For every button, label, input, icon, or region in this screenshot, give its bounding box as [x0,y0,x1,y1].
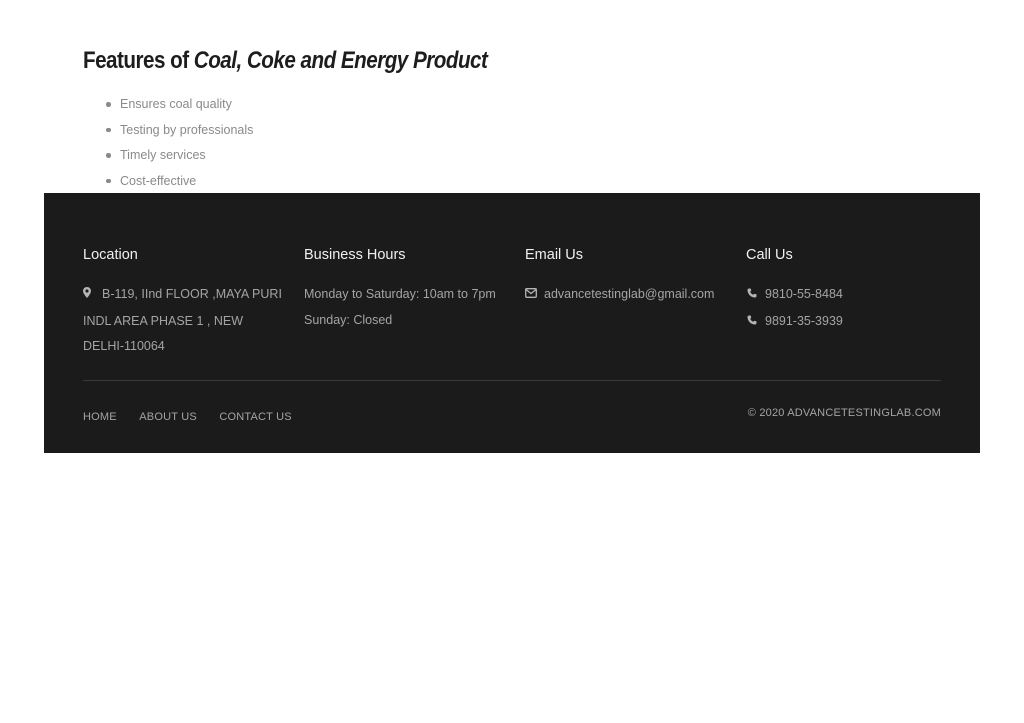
phone-link[interactable]: 9891-35-3939 [746,309,843,336]
email-link[interactable]: advancetestinglab@gmail.com [525,282,714,309]
envelope-icon [525,283,537,309]
hours-heading: Business Hours [304,247,406,263]
title-prefix: Features of [83,47,189,74]
phone-icon [746,310,758,336]
location-heading: Location [83,247,138,263]
features-section: Features of Coal, Coke and Energy Produc… [83,44,943,194]
email-heading: Email Us [525,247,584,263]
nav-about-link[interactable]: ABOUT US [139,411,197,423]
bullet-icon [106,153,111,158]
nav-home-link[interactable]: HOME [83,411,117,423]
bullet-icon [106,127,111,132]
call-heading: Call Us [746,247,793,263]
title-emphasis: Coal, Coke and Energy Product [193,47,488,74]
hours-line: Sunday: Closed [304,312,393,327]
footer-divider [83,380,941,381]
features-title: Features of Coal, Coke and Energy Produc… [83,44,823,78]
list-item: Timely services [106,143,943,169]
copyright-text: © 2020 ADVANCETESTINGLAB.COM [747,407,941,419]
footer-nav: HOME ABOUT US CONTACT US [83,407,310,425]
list-item: Testing by professionals [106,118,943,144]
phone-link[interactable]: 9810-55-8484 [746,282,843,309]
list-item: Cost-effective [106,169,943,195]
hours-line: Monday to Saturday: 10am to 7pm [304,287,496,301]
nav-contact-link[interactable]: CONTACT US [219,411,292,423]
location-address: B-119, IInd FLOOR ,MAYA PURI INDL AREA P… [83,282,283,360]
bullet-icon [106,102,111,107]
list-item: Ensures coal quality [106,92,943,118]
features-list: Ensures coal quality Testing by professi… [83,92,943,194]
phone-icon [746,283,758,309]
map-marker-icon [83,283,95,309]
site-footer: Location B-119, IInd FLOOR ,MAYA PURI IN… [44,193,980,453]
bullet-icon [106,178,111,183]
